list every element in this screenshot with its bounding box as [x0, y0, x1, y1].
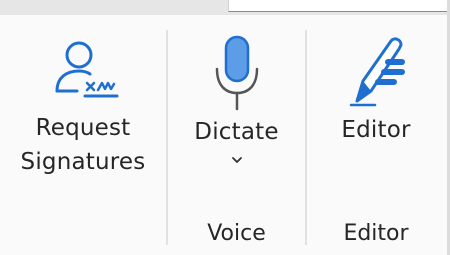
title-bar-strip [0, 0, 450, 15]
group-request-signatures: Request Signatures [0, 15, 166, 255]
dictate-label: Dictate [194, 119, 279, 145]
group-voice: Dictate Voice [168, 15, 305, 255]
request-signatures-icon [55, 41, 119, 98]
microphone-icon [215, 35, 258, 111]
chevron-down-icon[interactable] [230, 155, 244, 165]
editor-group-label: Editor [343, 221, 409, 246]
request-signatures-label-line1: Request [35, 115, 131, 141]
editor-button[interactable]: Editor [307, 33, 445, 147]
request-signatures-label-line2: Signatures [20, 149, 146, 175]
tab-edge [228, 0, 450, 12]
dictate-button[interactable]: Dictate [168, 35, 305, 165]
editor-pen-icon [349, 37, 405, 107]
editor-label: Editor [341, 117, 411, 143]
voice-group-label: Voice [207, 221, 266, 246]
group-editor: Editor Editor [307, 15, 445, 255]
request-signatures-button[interactable]: Request Signatures [0, 33, 166, 179]
